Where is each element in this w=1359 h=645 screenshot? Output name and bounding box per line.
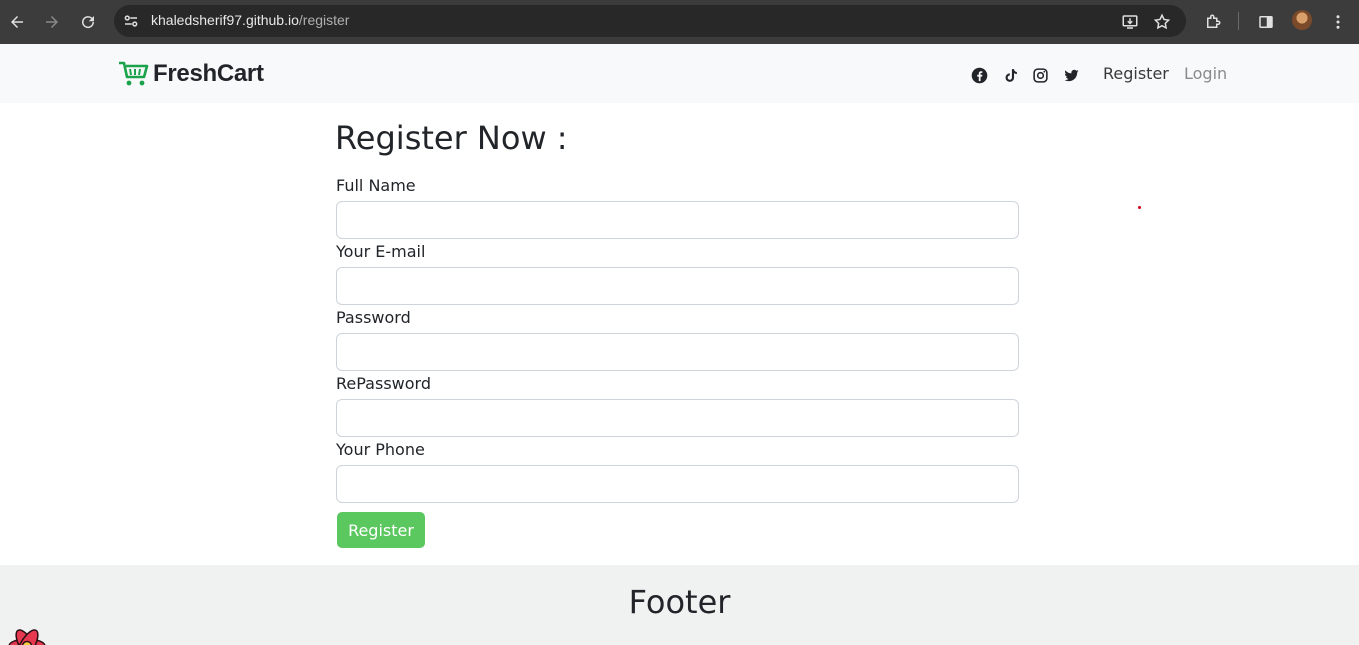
url-text[interactable]: khaledsherif97.github.io/register: [151, 12, 349, 28]
shopping-cart-icon: [119, 61, 149, 86]
forward-arrow-icon: [46, 16, 58, 28]
phone-input[interactable]: [336, 465, 1019, 503]
profile-avatar[interactable]: [1292, 10, 1312, 30]
react-logo-icon: [8, 629, 46, 645]
reload-icon: [82, 16, 95, 29]
extensions-button[interactable]: [1200, 9, 1226, 35]
email-label: Your E-mail: [336, 242, 426, 261]
repassword-input[interactable]: [336, 399, 1019, 437]
browser-menu-button[interactable]: [1325, 9, 1351, 35]
forward-button[interactable]: [39, 9, 65, 35]
site-navbar: FreshCart Register Login: [0, 44, 1359, 103]
twitter-link[interactable]: [1062, 66, 1080, 84]
footer-title: Footer: [628, 583, 731, 621]
back-button[interactable]: [4, 9, 30, 35]
twitter-icon: [1063, 69, 1079, 81]
email-input[interactable]: [336, 267, 1019, 305]
register-submit-button[interactable]: Register: [337, 512, 425, 548]
url-path: /register: [298, 12, 350, 28]
brand-name: FreshCart: [153, 60, 264, 87]
site-settings-icon[interactable]: [122, 12, 140, 30]
phone-label: Your Phone: [336, 440, 425, 459]
install-app-icon: [1122, 15, 1138, 29]
full-name-input[interactable]: [336, 201, 1019, 239]
side-panel-icon: [1259, 16, 1273, 28]
brand-link[interactable]: FreshCart: [118, 60, 264, 88]
nav-login-link[interactable]: Login: [1184, 64, 1227, 83]
instagram-link[interactable]: [1031, 66, 1049, 84]
cursor-dot: [1138, 206, 1141, 209]
instagram-icon: [1032, 67, 1048, 83]
puzzle-icon: [1207, 14, 1221, 28]
star-icon: [1153, 13, 1171, 30]
bookmark-button[interactable]: [1149, 9, 1175, 35]
toolbar-divider: [1238, 12, 1239, 30]
side-panel-button[interactable]: [1253, 9, 1279, 35]
facebook-link[interactable]: [970, 66, 988, 84]
tiktok-icon: [1005, 68, 1017, 82]
site-footer: Footer: [0, 565, 1359, 645]
password-input[interactable]: [336, 333, 1019, 371]
nav-register-link[interactable]: Register: [1103, 64, 1169, 83]
back-arrow-icon: [11, 16, 23, 28]
install-app-button[interactable]: [1117, 9, 1143, 35]
facebook-icon: [971, 67, 987, 83]
reload-button[interactable]: [75, 9, 101, 35]
react-devtools-icon[interactable]: [6, 626, 48, 645]
url-host: khaledsherif97.github.io: [151, 12, 299, 28]
full-name-label: Full Name: [336, 176, 416, 195]
password-label: Password: [336, 308, 411, 327]
page-title: Register Now :: [335, 119, 568, 157]
tiktok-link[interactable]: [1001, 66, 1019, 84]
browser-toolbar: khaledsherif97.github.io/register: [0, 0, 1359, 44]
repassword-label: RePassword: [336, 374, 431, 393]
kebab-menu-icon: [1336, 15, 1340, 29]
